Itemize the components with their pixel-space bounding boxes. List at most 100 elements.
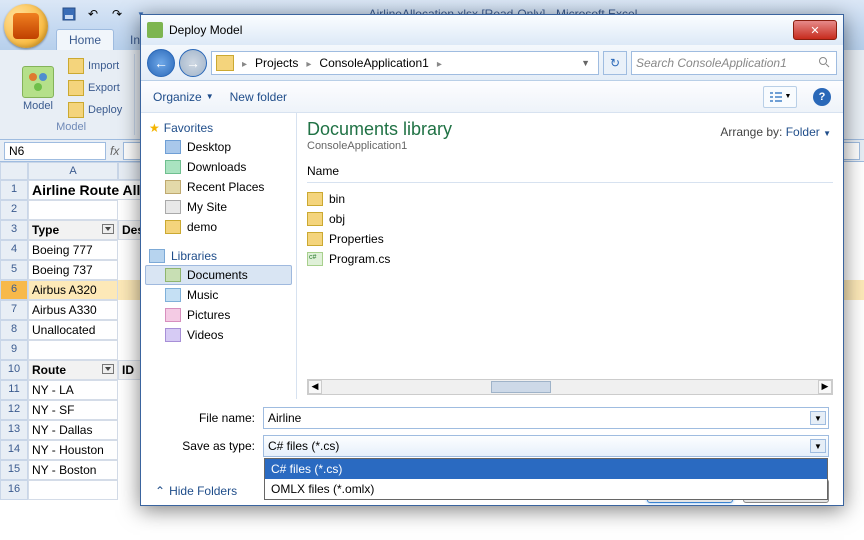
nav-videos[interactable]: Videos: [145, 325, 292, 345]
breadcrumb[interactable]: Projects ConsoleApplication1 ▼: [211, 51, 599, 75]
arrange-by[interactable]: Arrange by: Folder ▼: [720, 125, 831, 139]
row-header[interactable]: 14: [0, 440, 28, 460]
row-header[interactable]: 11: [0, 380, 28, 400]
name-box[interactable]: N6: [4, 142, 106, 160]
row-header[interactable]: 15: [0, 460, 28, 480]
cell[interactable]: Boeing 777: [28, 240, 118, 260]
nav-desktop[interactable]: Desktop: [145, 137, 292, 157]
dialog-toolbar: Organize▼ New folder ▼ ?: [141, 81, 843, 113]
scroll-left-icon[interactable]: ◀: [308, 380, 322, 394]
cell[interactable]: Airbus A330: [28, 300, 118, 320]
chevron-down-icon[interactable]: ▼: [810, 411, 826, 425]
nav-demo[interactable]: demo: [145, 217, 292, 237]
filter-icon[interactable]: [102, 364, 114, 374]
chevron-down-icon[interactable]: ▼: [810, 439, 826, 453]
cell[interactable]: NY - SF: [28, 400, 118, 420]
cell[interactable]: Airbus A320: [28, 280, 118, 300]
filename-input[interactable]: Airline ▼: [263, 407, 829, 429]
deploy-button[interactable]: Deploy: [64, 100, 126, 120]
redo-icon[interactable]: ↷: [108, 5, 126, 23]
row-header[interactable]: 2: [0, 200, 28, 220]
office-button[interactable]: [4, 4, 48, 48]
nav-music[interactable]: Music: [145, 285, 292, 305]
nav-recent[interactable]: Recent Places: [145, 177, 292, 197]
dialog-nav: ← → Projects ConsoleApplication1 ▼ ↻ Sea…: [141, 45, 843, 81]
file-item-program[interactable]: Program.cs: [307, 249, 833, 269]
tab-home[interactable]: Home: [56, 29, 114, 50]
close-button[interactable]: ✕: [793, 20, 837, 40]
row-header[interactable]: 4: [0, 240, 28, 260]
libraries-section[interactable]: Libraries: [145, 247, 292, 265]
filename-label: File name:: [155, 411, 263, 425]
col-header-A[interactable]: A: [28, 162, 118, 180]
savetype-combo[interactable]: C# files (*.cs) ▼ C# files (*.cs) OMLX f…: [263, 435, 829, 457]
name-column-header[interactable]: Name: [307, 160, 833, 183]
row-header[interactable]: 1: [0, 180, 28, 200]
filter-icon[interactable]: [102, 224, 114, 234]
export-button[interactable]: Export: [64, 78, 126, 98]
cell[interactable]: Boeing 737: [28, 260, 118, 280]
nav-documents[interactable]: Documents: [145, 265, 292, 285]
hide-folders-button[interactable]: ⌃Hide Folders: [155, 484, 237, 498]
organize-button[interactable]: Organize▼: [153, 90, 214, 104]
forward-button[interactable]: →: [179, 49, 207, 77]
search-input[interactable]: Search ConsoleApplication1: [631, 51, 837, 75]
cell[interactable]: [28, 200, 118, 220]
new-folder-button[interactable]: New folder: [230, 90, 287, 104]
cell[interactable]: NY - Dallas: [28, 420, 118, 440]
undo-icon[interactable]: ↶: [84, 5, 102, 23]
option-omlx[interactable]: OMLX files (*.omlx): [265, 479, 827, 499]
cs-file-icon: [307, 252, 323, 266]
row-header[interactable]: 7: [0, 300, 28, 320]
help-button[interactable]: ?: [813, 88, 831, 106]
breadcrumb-seg-projects[interactable]: Projects: [251, 56, 302, 70]
chevron-right-icon[interactable]: [435, 56, 444, 70]
breadcrumb-dropdown-icon[interactable]: ▼: [577, 58, 594, 68]
view-button[interactable]: ▼: [763, 86, 797, 108]
import-button[interactable]: Import: [64, 56, 126, 76]
refresh-button[interactable]: ↻: [603, 51, 627, 75]
cell[interactable]: [28, 480, 118, 500]
scroll-thumb[interactable]: [491, 381, 551, 393]
cell[interactable]: NY - Boston: [28, 460, 118, 480]
nav-mysite[interactable]: My Site: [145, 197, 292, 217]
back-button[interactable]: ←: [147, 49, 175, 77]
row-header[interactable]: 12: [0, 400, 28, 420]
chevron-right-icon[interactable]: [240, 56, 249, 70]
dialog-titlebar[interactable]: Deploy Model ✕: [141, 15, 843, 45]
row-header[interactable]: 6: [0, 280, 28, 300]
file-item-obj[interactable]: obj: [307, 209, 833, 229]
row-header[interactable]: 9: [0, 340, 28, 360]
nav-pictures[interactable]: Pictures: [145, 305, 292, 325]
fx-icon[interactable]: fx: [110, 144, 119, 158]
cell[interactable]: NY - LA: [28, 380, 118, 400]
option-cs[interactable]: C# files (*.cs): [265, 459, 827, 479]
model-button[interactable]: Model: [16, 56, 60, 121]
row-header[interactable]: 8: [0, 320, 28, 340]
videos-icon: [165, 328, 181, 342]
model-icon: [22, 66, 54, 98]
row-header[interactable]: 13: [0, 420, 28, 440]
row-header[interactable]: 10: [0, 360, 28, 380]
site-icon: [165, 200, 181, 214]
nav-downloads[interactable]: Downloads: [145, 157, 292, 177]
cell[interactable]: Unallocated: [28, 320, 118, 340]
row-header[interactable]: 3: [0, 220, 28, 240]
file-item-properties[interactable]: Properties: [307, 229, 833, 249]
cell[interactable]: Type: [28, 220, 118, 240]
folder-icon: [307, 192, 323, 206]
select-all-cell[interactable]: [0, 162, 28, 180]
row-header[interactable]: 16: [0, 480, 28, 500]
cell[interactable]: Route: [28, 360, 118, 380]
breadcrumb-seg-app[interactable]: ConsoleApplication1: [315, 56, 432, 70]
chevron-right-icon[interactable]: [304, 56, 313, 70]
favorites-section[interactable]: ★Favorites: [145, 119, 292, 137]
cell[interactable]: NY - Houston: [28, 440, 118, 460]
horizontal-scrollbar[interactable]: ◀ ▶: [307, 379, 833, 395]
cell[interactable]: [28, 340, 118, 360]
scroll-right-icon[interactable]: ▶: [818, 380, 832, 394]
export-icon: [68, 80, 84, 96]
row-header[interactable]: 5: [0, 260, 28, 280]
save-icon[interactable]: [60, 5, 78, 23]
file-item-bin[interactable]: bin: [307, 189, 833, 209]
